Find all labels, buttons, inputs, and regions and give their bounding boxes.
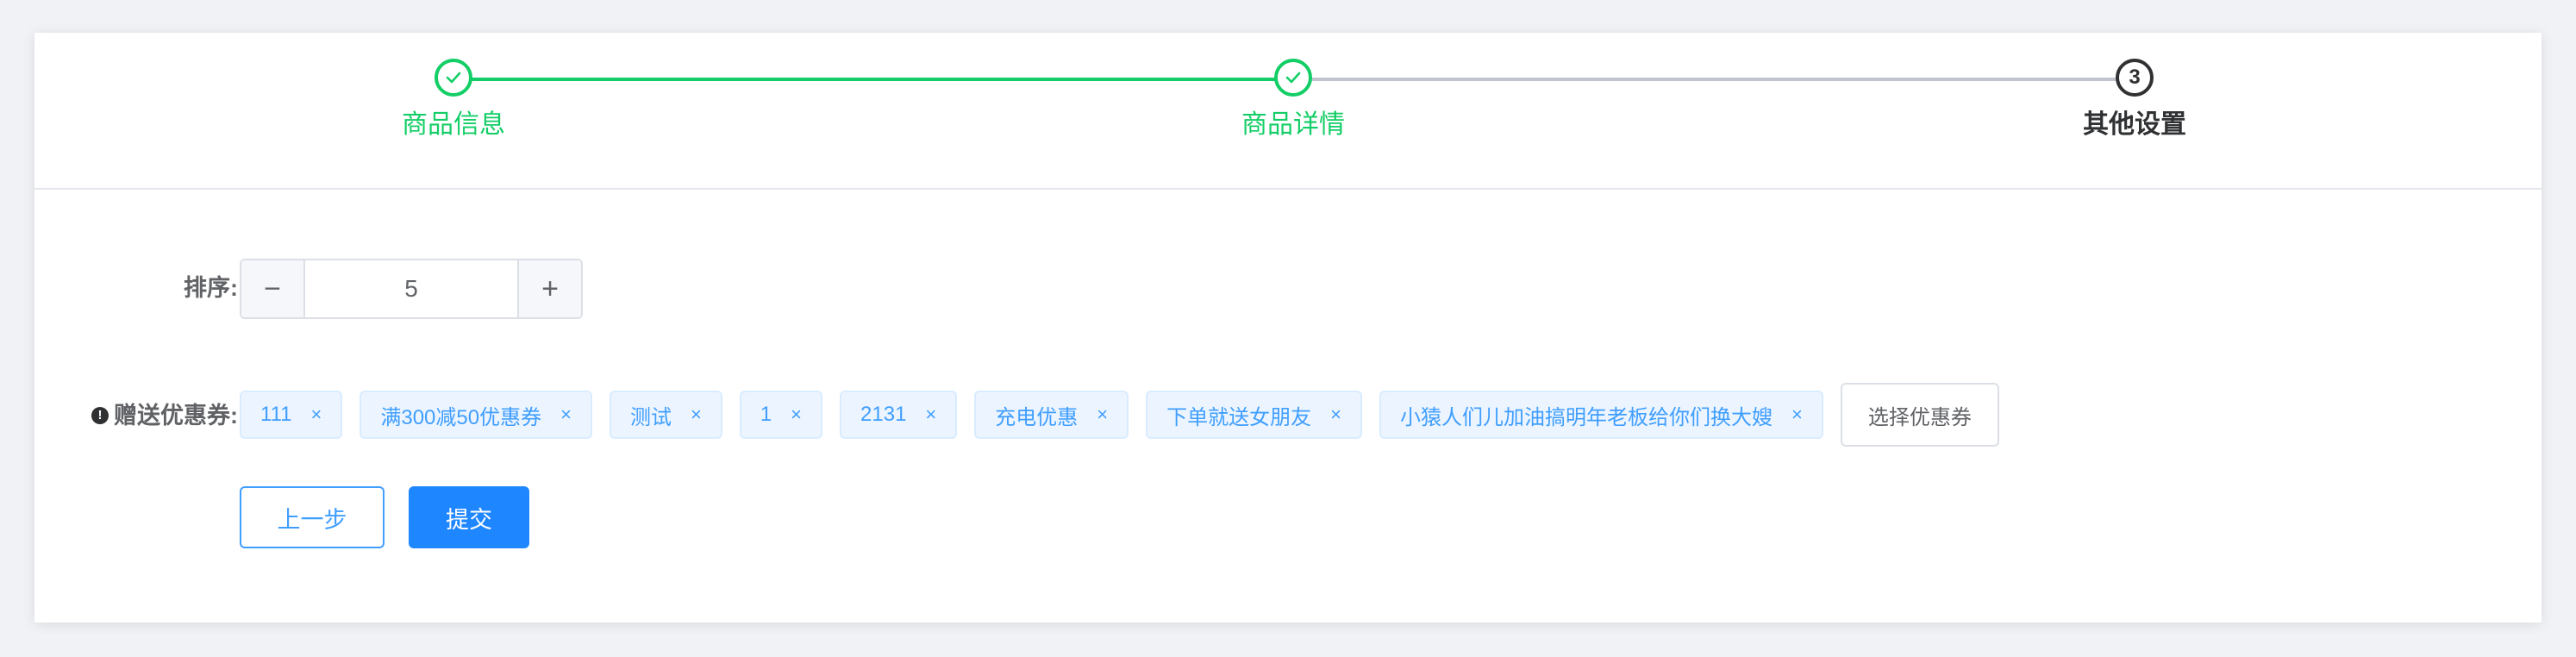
- coupon-tag: 小猿人们儿加油搞明年老板给你们换大嫂 ×: [1379, 391, 1823, 439]
- close-icon[interactable]: ×: [691, 404, 702, 426]
- close-icon[interactable]: ×: [310, 404, 322, 426]
- close-icon[interactable]: ×: [791, 404, 802, 426]
- coupon-tag: 111 ×: [240, 391, 343, 439]
- sort-input[interactable]: 5: [305, 260, 517, 317]
- decrement-button[interactable]: −: [241, 260, 305, 317]
- close-icon[interactable]: ×: [1791, 404, 1803, 426]
- coupon-tag: 1 ×: [739, 391, 823, 439]
- coupon-tags: 111 × 满300减50优惠券 × 测试 × 1 × 2131 × 充电优惠 × 下单就送…: [240, 383, 1999, 447]
- step-title: 商品详情: [1241, 110, 1345, 139]
- coupon-tag: 充电优惠 ×: [974, 391, 1129, 439]
- sort-label: 排序:: [184, 275, 238, 301]
- close-icon[interactable]: ×: [560, 404, 572, 426]
- tag-label: 小猿人们儿加油搞明年老板给你们换大嫂: [1400, 405, 1773, 429]
- tag-label: 下单就送女朋友: [1166, 405, 1312, 429]
- close-icon[interactable]: ×: [1097, 404, 1108, 426]
- tag-label: 2131: [860, 403, 907, 426]
- step-goods-detail: 商品详情: [1164, 59, 1422, 141]
- coupon-label: ! 赠送优惠券:: [50, 398, 238, 433]
- increment-button[interactable]: +: [517, 260, 581, 317]
- tag-label: 测试: [629, 405, 672, 429]
- step-goods-info: 商品信息: [324, 59, 583, 141]
- form-actions: 上一步 提交: [240, 486, 529, 548]
- step-title: 其他设置: [2083, 110, 2186, 139]
- check-icon: [1274, 59, 1312, 97]
- tag-label: 111: [260, 403, 292, 426]
- tag-label: 满300减50优惠券: [380, 405, 542, 429]
- coupon-tag: 2131 ×: [840, 391, 958, 439]
- tag-label: 1: [760, 403, 772, 426]
- step-number: 3: [2116, 59, 2154, 97]
- required-icon: !: [91, 406, 109, 424]
- step-title: 商品信息: [402, 110, 505, 139]
- tag-label: 充电优惠: [995, 405, 1079, 429]
- select-coupon-button[interactable]: 选择优惠券: [1840, 383, 1999, 447]
- coupon-label-text: 赠送优惠券:: [114, 403, 238, 429]
- prev-step-button[interactable]: 上一步: [240, 486, 385, 548]
- form-card: 商品信息 商品详情 3 其他设置 排序: − 5 + ! 赠送优惠券: 111 × …: [34, 33, 2542, 623]
- coupon-tag: 下单就送女朋友 ×: [1146, 391, 1362, 439]
- close-icon[interactable]: ×: [1330, 404, 1341, 426]
- submit-button[interactable]: 提交: [409, 486, 529, 548]
- coupon-tag: 测试 ×: [609, 391, 722, 439]
- check-icon: [435, 59, 472, 97]
- step-other-settings: 3 其他设置: [2005, 59, 2264, 141]
- steps-bar: 商品信息 商品详情 3 其他设置: [34, 33, 2542, 190]
- sort-stepper: − 5 +: [240, 259, 583, 319]
- coupon-tag: 满300减50优惠券 ×: [360, 391, 592, 439]
- close-icon[interactable]: ×: [925, 404, 936, 426]
